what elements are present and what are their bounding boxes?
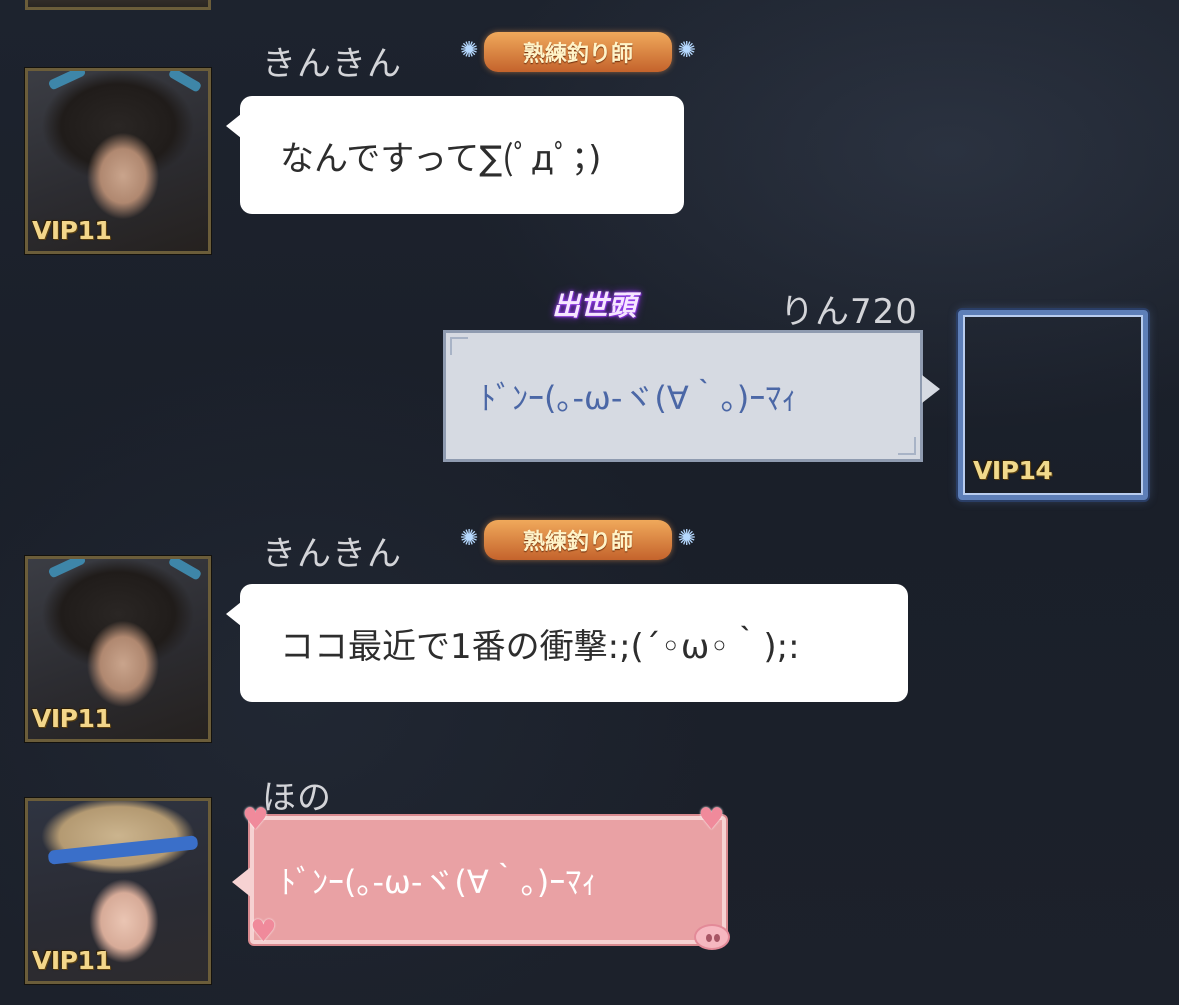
chat-message: VIP11 きんきん ✺ 熟練釣り師 ✺ ココ最近で1番の衝撃:;(´◦ω◦｀)… xyxy=(0,510,1179,750)
message-text: ﾄﾞﾝｰ(｡-ω-ヾ(∀｀｡)ｰﾏｨ xyxy=(480,379,798,417)
message-bubble[interactable]: ﾄﾞﾝｰ(｡-ω-ヾ(∀｀｡)ｰﾏｨ xyxy=(443,330,940,462)
message-text: なんですって∑(ﾟдﾟ；) xyxy=(280,138,602,179)
firework-icon: ✺ xyxy=(677,526,696,551)
chat-message: VIP11 きんきん ✺ 熟練釣り師 ✺ なんですって∑(ﾟдﾟ；) xyxy=(0,0,1179,260)
heart-icon: ♥ xyxy=(242,802,269,837)
firework-icon: ✺ xyxy=(460,38,479,63)
vip-badge: VIP11 xyxy=(32,216,112,245)
bubble-tail xyxy=(226,602,241,626)
vip-badge: VIP14 xyxy=(973,456,1053,485)
title-badge-wrapper: ✺ 熟練釣り師 ✺ xyxy=(460,520,696,560)
firework-icon: ✺ xyxy=(460,526,479,551)
username: りん720 xyxy=(780,292,918,332)
username: きんきん xyxy=(262,44,402,84)
username: ほの xyxy=(262,778,332,818)
chat-message-self: 出世頭 りん720 ﾄﾞﾝｰ(｡-ω-ヾ(∀｀｡)ｰﾏｨ VIP14 xyxy=(0,270,1179,510)
avatar[interactable]: VIP11 xyxy=(25,556,211,742)
message-bubble[interactable]: なんですって∑(ﾟдﾟ；) xyxy=(226,96,684,214)
message-text: ココ最近で1番の衝撃:;(´◦ω◦｀);: xyxy=(280,626,800,667)
bubble-tail xyxy=(226,114,241,138)
avatar[interactable]: VIP11 xyxy=(25,68,211,254)
avatar[interactable]: VIP11 xyxy=(25,798,211,984)
vip-badge: VIP11 xyxy=(32,946,112,975)
title-badge-wrapper: ✺ 熟練釣り師 ✺ xyxy=(460,32,696,72)
message-bubble[interactable]: ココ最近で1番の衝撃:;(´◦ω◦｀);: xyxy=(226,584,908,702)
corner-decoration xyxy=(450,337,468,355)
heart-icon: ♥ xyxy=(250,914,277,949)
message-bubble[interactable]: ﾄﾞﾝｰ(｡-ω-ヾ(∀｀｡)ｰﾏｨ xyxy=(232,816,726,944)
title-badge: 熟練釣り師 xyxy=(484,520,672,560)
corner-decoration xyxy=(898,437,916,455)
title-badge: 出世頭 xyxy=(552,289,637,322)
bubble-tail xyxy=(232,866,252,898)
pig-nose-icon xyxy=(694,924,730,950)
chat-message: VIP11 ほの ﾄﾞﾝｰ(｡-ω-ヾ(∀｀｡)ｰﾏｨ ♥ ♥ ♥ xyxy=(0,760,1179,1005)
firework-icon: ✺ xyxy=(677,38,696,63)
vip-badge: VIP11 xyxy=(32,704,112,733)
message-text: ﾄﾞﾝｰ(｡-ω-ヾ(∀｀｡)ｰﾏｨ xyxy=(280,863,598,901)
username: きんきん xyxy=(262,534,402,574)
avatar[interactable]: VIP14 xyxy=(958,310,1148,500)
bubble-tail xyxy=(922,375,940,403)
title-badge: 熟練釣り師 xyxy=(484,32,672,72)
heart-icon: ♥ xyxy=(698,802,725,837)
